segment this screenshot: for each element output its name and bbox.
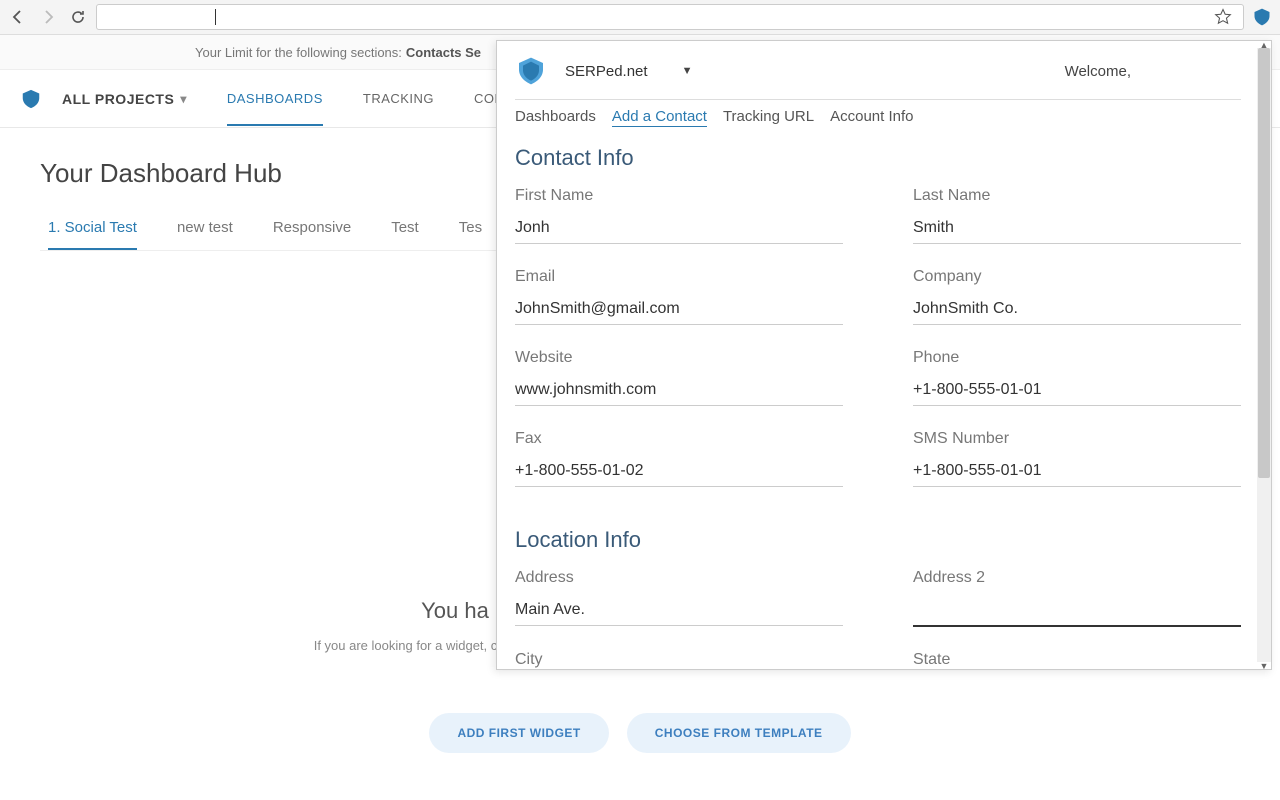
location-info-grid: Address Address 2 City State (515, 569, 1241, 669)
add-first-widget-button[interactable]: ADD FIRST WIDGET (429, 713, 608, 753)
popup-tab-add-contact[interactable]: Add a Contact (612, 108, 707, 127)
field-address2: Address 2 (913, 569, 1241, 627)
input-company[interactable] (913, 296, 1241, 325)
location-info-heading: Location Info (515, 527, 1241, 553)
scroll-down-arrow-icon[interactable]: ▼ (1257, 662, 1271, 669)
popup-content: SERPed.net ▼ Welcome, Dashboards Add a C… (497, 41, 1271, 669)
popup-scrollbar[interactable] (1257, 48, 1271, 662)
input-email[interactable] (515, 296, 843, 325)
limit-sections: Contacts Se (406, 45, 481, 60)
nav-tab-dashboards[interactable]: DASHBOARDS (227, 71, 323, 126)
input-phone[interactable] (913, 377, 1241, 406)
input-first-name[interactable] (515, 215, 843, 244)
popup-tab-dashboards[interactable]: Dashboards (515, 108, 596, 127)
popup-tab-tracking-url[interactable]: Tracking URL (723, 108, 814, 127)
popup-welcome: Welcome, (1065, 63, 1131, 80)
field-last-name: Last Name (913, 187, 1241, 244)
popup-tab-account-info[interactable]: Account Info (830, 108, 913, 127)
subtab-social-test[interactable]: 1. Social Test (48, 211, 137, 250)
field-state: State (913, 651, 1241, 669)
address-caret (215, 9, 216, 25)
label-last-name: Last Name (913, 187, 1241, 205)
forward-button[interactable] (36, 5, 60, 29)
label-first-name: First Name (515, 187, 843, 205)
empty-button-row: ADD FIRST WIDGET CHOOSE FROM TEMPLATE (0, 713, 1280, 753)
popup-logo-icon[interactable] (515, 55, 547, 87)
label-email: Email (515, 268, 843, 286)
reload-button[interactable] (66, 5, 90, 29)
input-sms[interactable] (913, 458, 1241, 487)
popup-header: SERPed.net ▼ Welcome, (515, 55, 1241, 100)
limit-prefix: Your Limit for the following sections: (195, 45, 402, 60)
field-website: Website (515, 349, 843, 406)
label-company: Company (913, 268, 1241, 286)
field-city: City (515, 651, 843, 669)
label-phone: Phone (913, 349, 1241, 367)
field-company: Company (913, 268, 1241, 325)
all-projects-dropdown[interactable]: ALL PROJECTS ▾ (62, 91, 187, 107)
field-fax: Fax (515, 430, 843, 487)
subtab-test[interactable]: Test (391, 211, 419, 250)
popup-scroll-thumb[interactable] (1258, 48, 1270, 478)
field-email: Email (515, 268, 843, 325)
popup-brand: SERPed.net ▼ (515, 55, 692, 87)
input-website[interactable] (515, 377, 843, 406)
popup-brand-dropdown-icon[interactable]: ▼ (682, 65, 693, 77)
choose-from-template-button[interactable]: CHOOSE FROM TEMPLATE (627, 713, 851, 753)
popup-brand-name: SERPed.net (565, 63, 648, 80)
label-sms: SMS Number (913, 430, 1241, 448)
contact-info-grid: First Name Last Name Email Company Websi… (515, 187, 1241, 487)
input-fax[interactable] (515, 458, 843, 487)
input-address2[interactable] (913, 597, 1241, 627)
label-state: State (913, 651, 1241, 669)
subtab-tes[interactable]: Tes (459, 211, 482, 250)
bookmark-star-icon[interactable] (1211, 5, 1235, 29)
browser-toolbar (0, 0, 1280, 35)
field-address: Address (515, 569, 843, 627)
field-first-name: First Name (515, 187, 843, 244)
all-projects-label: ALL PROJECTS (62, 91, 174, 107)
extension-popup: ▲ ▼ SERPed.net ▼ Welcome, Dashboards Add… (496, 40, 1272, 670)
scroll-up-arrow-icon[interactable]: ▲ (1257, 41, 1271, 48)
back-button[interactable] (6, 5, 30, 29)
label-website: Website (515, 349, 843, 367)
chevron-down-icon: ▾ (180, 92, 187, 106)
address-bar[interactable] (96, 4, 1244, 30)
nav-tabs: DASHBOARDS TRACKING CONTAC (227, 71, 531, 126)
contact-info-heading: Contact Info (515, 145, 1241, 171)
input-last-name[interactable] (913, 215, 1241, 244)
nav-tab-tracking[interactable]: TRACKING (363, 71, 434, 126)
label-city: City (515, 651, 843, 669)
label-fax: Fax (515, 430, 843, 448)
label-address: Address (515, 569, 843, 587)
app-logo-icon[interactable] (20, 88, 42, 110)
field-sms: SMS Number (913, 430, 1241, 487)
input-address[interactable] (515, 597, 843, 626)
field-phone: Phone (913, 349, 1241, 406)
popup-tabs: Dashboards Add a Contact Tracking URL Ac… (515, 108, 1241, 127)
subtab-responsive[interactable]: Responsive (273, 211, 351, 250)
extension-icon[interactable] (1250, 5, 1274, 29)
label-address2: Address 2 (913, 569, 1241, 587)
subtab-new-test[interactable]: new test (177, 211, 233, 250)
